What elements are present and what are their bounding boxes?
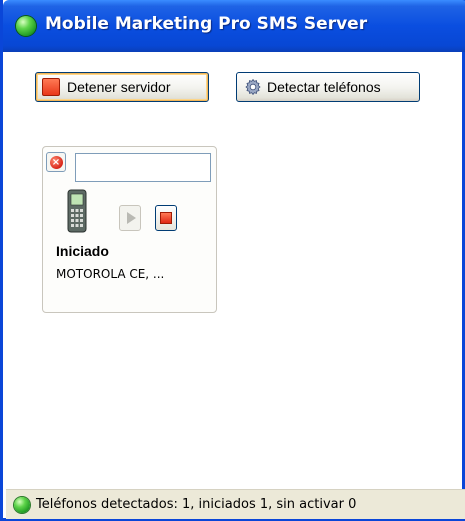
close-icon: × — [49, 155, 63, 169]
title-bar[interactable]: Mobile Marketing Pro SMS Server — [3, 0, 465, 52]
status-bar: Teléfonos detectados: 1, iniciados 1, si… — [6, 489, 465, 519]
phone-name-input[interactable] — [75, 153, 211, 182]
phone-device-name: MOTOROLA CE, ... — [56, 267, 165, 281]
start-phone-button[interactable] — [119, 205, 141, 231]
stop-icon — [160, 212, 172, 224]
window-title: Mobile Marketing Pro SMS Server — [45, 14, 368, 34]
gear-icon — [245, 78, 261, 96]
app-window: Mobile Marketing Pro SMS Server Detener … — [0, 0, 465, 521]
remove-phone-button[interactable]: × — [46, 152, 66, 172]
app-status-orb-icon — [16, 16, 36, 36]
detect-phones-button[interactable]: Detectar teléfonos — [236, 72, 420, 102]
status-indicator-icon — [14, 496, 30, 513]
detect-phones-label: Detectar teléfonos — [267, 79, 381, 95]
status-text: Teléfonos detectados: 1, iniciados 1, si… — [36, 497, 357, 512]
mobile-phone-icon — [67, 189, 87, 233]
stop-icon — [42, 78, 60, 96]
phone-status: Iniciado — [56, 243, 109, 259]
phone-card: × Iniciado MOTOROLA CE, ... — [42, 146, 217, 313]
play-icon — [126, 212, 136, 224]
stop-phone-button[interactable] — [155, 205, 177, 231]
stop-server-label: Detener servidor — [67, 79, 171, 95]
stop-server-button[interactable]: Detener servidor — [35, 72, 209, 102]
